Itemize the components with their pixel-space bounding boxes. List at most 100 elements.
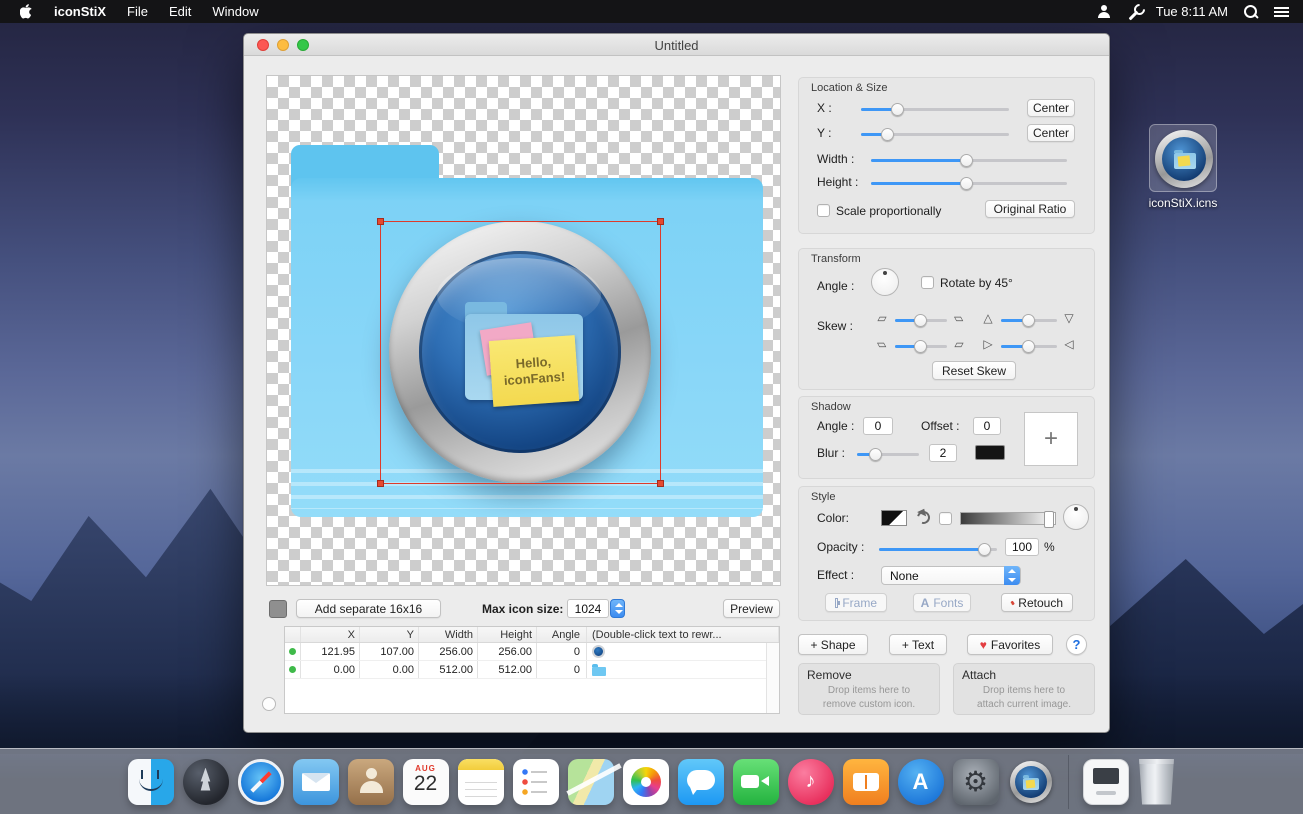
shadow-offset-field[interactable]: [973, 417, 1001, 435]
header-x[interactable]: X: [301, 627, 360, 642]
skew-h-knob[interactable]: [914, 314, 927, 327]
gradient-angle-dial[interactable]: [1063, 504, 1089, 530]
desktop-file-iconstix[interactable]: iconStiX.icns: [1141, 124, 1225, 210]
fill-color-well[interactable]: [881, 510, 907, 526]
fonts-button[interactable]: A Fonts: [913, 593, 971, 612]
x-center-button[interactable]: Center: [1027, 99, 1075, 117]
x-slider-knob[interactable]: [891, 103, 904, 116]
table-row[interactable]: 0.00 0.00 512.00 512.00 0: [285, 661, 779, 679]
opacity-field[interactable]: [1005, 538, 1039, 556]
menu-window[interactable]: Window: [212, 4, 258, 19]
menu-edit[interactable]: Edit: [169, 4, 191, 19]
favorites-button[interactable]: ♥ Favorites: [967, 634, 1053, 655]
y-center-button[interactable]: Center: [1027, 124, 1075, 142]
add-shape-button[interactable]: + Shape: [798, 634, 868, 655]
x-position-slider[interactable]: [861, 108, 1009, 111]
width-slider-knob[interactable]: [960, 154, 973, 167]
corner-widget[interactable]: [262, 697, 276, 711]
table-row[interactable]: 121.95 107.00 256.00 256.00 0: [285, 643, 779, 661]
dock-item-launchpad[interactable]: [183, 759, 229, 805]
menu-file[interactable]: File: [127, 4, 148, 19]
height-slider-knob[interactable]: [960, 177, 973, 190]
dock-item-app-store[interactable]: A: [898, 759, 944, 805]
desktop-file-icon-image[interactable]: [1149, 124, 1217, 192]
notification-center-icon[interactable]: [1274, 6, 1289, 18]
shadow-blur-slider[interactable]: [857, 453, 919, 456]
skew-v-knob[interactable]: [914, 340, 927, 353]
shadow-blur-knob[interactable]: [869, 448, 882, 461]
add-separate-button[interactable]: Add separate 16x16: [296, 599, 441, 618]
perspective-v-slider[interactable]: [1001, 319, 1057, 322]
frame-button[interactable]: Frame: [825, 593, 887, 612]
shadow-blur-field[interactable]: [929, 444, 957, 462]
skew-h-slider[interactable]: [895, 319, 947, 322]
y-slider-knob[interactable]: [881, 128, 894, 141]
shadow-preview[interactable]: +: [1024, 412, 1078, 466]
skew-v-slider[interactable]: [895, 345, 947, 348]
gradient-checkbox[interactable]: [939, 512, 952, 525]
menu-bar-clock[interactable]: Tue 8:11 AM: [1156, 4, 1228, 19]
perspective-h-knob[interactable]: [1022, 340, 1035, 353]
selection-handle-top-left[interactable]: [377, 218, 384, 225]
dock-item-calendar[interactable]: AUG 22: [403, 759, 449, 805]
apple-menu-icon[interactable]: [20, 4, 33, 19]
dock-item-itunes[interactable]: ♪: [788, 759, 834, 805]
dock-item-messages[interactable]: [678, 759, 724, 805]
opacity-slider[interactable]: [879, 548, 997, 551]
gradient-bar[interactable]: [960, 512, 1056, 525]
background-color-well[interactable]: [269, 600, 287, 618]
header-height[interactable]: Height: [478, 627, 537, 642]
selection-handle-bottom-right[interactable]: [657, 480, 664, 487]
dock-item-safari[interactable]: [238, 759, 284, 805]
icon-canvas[interactable]: Hello, iconFans!: [266, 75, 781, 586]
dock-item-notes[interactable]: [458, 759, 504, 805]
dock-item-reminders[interactable]: [513, 759, 559, 805]
dock-item-iconstix[interactable]: [1008, 759, 1054, 805]
selection-handle-bottom-left[interactable]: [377, 480, 384, 487]
perspective-v-knob[interactable]: [1022, 314, 1035, 327]
header-angle[interactable]: Angle: [537, 627, 587, 642]
scale-proportionally-checkbox[interactable]: [817, 204, 830, 217]
rotation-dial[interactable]: [871, 268, 899, 296]
wrench-menu-extra-icon[interactable]: [1126, 5, 1140, 19]
selection-handle-top-right[interactable]: [657, 218, 664, 225]
selection-rectangle[interactable]: [380, 221, 661, 484]
help-button[interactable]: ?: [1066, 634, 1087, 655]
perspective-h-slider[interactable]: [1001, 345, 1057, 348]
dock-item-finder[interactable]: [128, 759, 174, 805]
dock-item-mail[interactable]: [293, 759, 339, 805]
dock-item-system-preferences[interactable]: ⚙: [953, 759, 999, 805]
y-position-slider[interactable]: [861, 133, 1009, 136]
dock-item-contacts[interactable]: [348, 759, 394, 805]
refresh-color-icon[interactable]: [915, 509, 933, 527]
spotlight-search-icon[interactable]: [1244, 5, 1258, 19]
dock-item-maps[interactable]: [568, 759, 614, 805]
header-y[interactable]: Y: [360, 627, 419, 642]
header-width[interactable]: Width: [419, 627, 478, 642]
max-icon-size-stepper[interactable]: [610, 599, 625, 618]
reset-skew-button[interactable]: Reset Skew: [932, 361, 1016, 380]
user-menu-extra-icon[interactable]: [1097, 5, 1110, 18]
preview-button[interactable]: Preview: [723, 599, 780, 618]
opacity-knob[interactable]: [978, 543, 991, 556]
shadow-angle-field[interactable]: [863, 417, 893, 435]
remove-dropzone[interactable]: Remove Drop items here to remove custom …: [798, 663, 940, 715]
shadow-color-well[interactable]: [975, 445, 1005, 460]
height-slider[interactable]: [871, 182, 1067, 185]
rotate-45-checkbox[interactable]: [921, 276, 934, 289]
dock-item-ibooks[interactable]: [843, 759, 889, 805]
table-scrollbar[interactable]: [766, 643, 779, 713]
effect-dropdown[interactable]: None: [881, 566, 1021, 585]
original-ratio-button[interactable]: Original Ratio: [985, 200, 1075, 218]
max-icon-size-field[interactable]: [567, 599, 609, 618]
retouch-button[interactable]: Retouch: [1001, 593, 1073, 612]
dock-item-facetime[interactable]: [733, 759, 779, 805]
dock-item-trash[interactable]: [1138, 759, 1176, 805]
window-titlebar[interactable]: Untitled: [244, 34, 1109, 56]
dock-item-photos[interactable]: [623, 759, 669, 805]
add-text-button[interactable]: + Text: [889, 634, 947, 655]
app-menu-title[interactable]: iconStiX: [54, 4, 106, 19]
dock-item-document-app[interactable]: [1083, 759, 1129, 805]
width-slider[interactable]: [871, 159, 1067, 162]
header-text[interactable]: (Double-click text to rewr...: [587, 627, 779, 642]
